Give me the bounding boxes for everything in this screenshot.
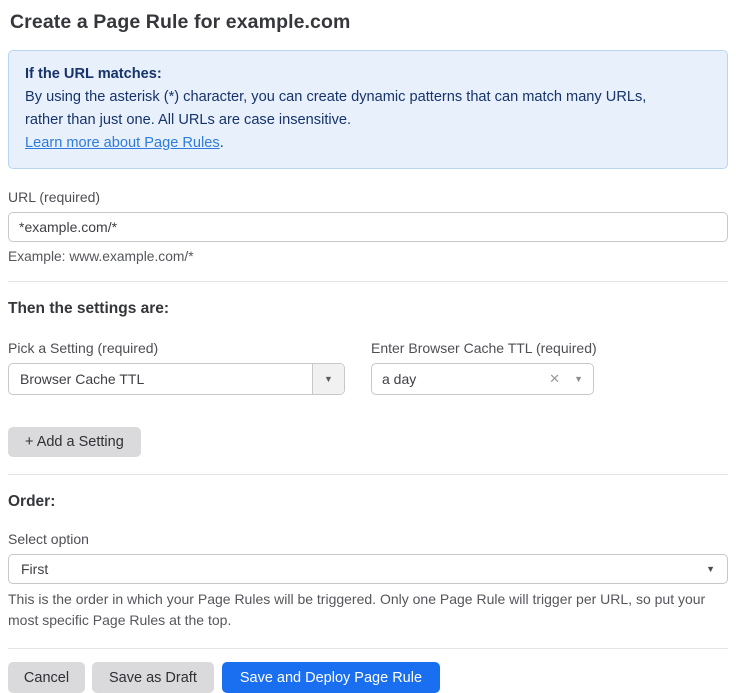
url-field-label: URL (required) — [8, 189, 728, 205]
ttl-picker-label: Enter Browser Cache TTL (required) — [371, 340, 597, 356]
learn-more-link[interactable]: Learn more about Page Rules — [25, 135, 220, 151]
info-box-line2: rather than just one. All URLs are case … — [25, 109, 711, 132]
setting-picker-label: Pick a Setting (required) — [8, 340, 345, 356]
order-select-label: Select option — [8, 531, 728, 547]
order-select-value: First — [21, 561, 706, 577]
create-page-rule-form: Create a Page Rule for example.com If th… — [0, 0, 736, 693]
url-match-info-box: If the URL matches: By using the asteris… — [8, 50, 728, 169]
ttl-picker-column: Enter Browser Cache TTL (required) a day… — [371, 318, 597, 395]
settings-section-heading: Then the settings are: — [8, 300, 728, 318]
chevron-down-icon: ▼ — [574, 374, 583, 384]
setting-picker-select[interactable]: Browser Cache TTL ▼ — [8, 363, 345, 395]
ttl-picker-select[interactable]: a day ✕ ▼ — [371, 363, 594, 395]
footer-actions: Cancel Save as Draft Save and Deploy Pag… — [8, 662, 728, 693]
url-input[interactable] — [8, 212, 728, 242]
page-title: Create a Page Rule for example.com — [10, 11, 728, 34]
settings-row: Pick a Setting (required) Browser Cache … — [8, 318, 728, 395]
setting-picker-value: Browser Cache TTL — [9, 371, 312, 387]
divider-footer — [8, 648, 728, 649]
order-section-heading: Order: — [8, 493, 728, 511]
divider-order — [8, 474, 728, 475]
order-select[interactable]: First ▼ — [8, 554, 728, 584]
info-box-heading: If the URL matches: — [25, 63, 711, 86]
ttl-picker-value: a day — [382, 371, 549, 387]
add-setting-button[interactable]: + Add a Setting — [8, 427, 141, 457]
save-and-deploy-button[interactable]: Save and Deploy Page Rule — [222, 662, 440, 693]
chevron-down-icon: ▼ — [324, 374, 333, 384]
caret-cap[interactable]: ▼ — [312, 364, 344, 394]
cancel-button[interactable]: Cancel — [8, 662, 85, 693]
chevron-down-icon: ▼ — [706, 564, 715, 574]
info-box-link-row: Learn more about Page Rules. — [25, 132, 711, 155]
save-as-draft-button[interactable]: Save as Draft — [92, 662, 214, 693]
url-example-helper: Example: www.example.com/* — [8, 249, 728, 264]
divider-settings — [8, 281, 728, 282]
setting-picker-column: Pick a Setting (required) Browser Cache … — [8, 318, 345, 395]
clear-icon[interactable]: ✕ — [549, 371, 560, 387]
info-box-line1: By using the asterisk (*) character, you… — [25, 86, 711, 109]
link-suffix: . — [220, 135, 224, 151]
order-helper-text: This is the order in which your Page Rul… — [8, 589, 724, 631]
